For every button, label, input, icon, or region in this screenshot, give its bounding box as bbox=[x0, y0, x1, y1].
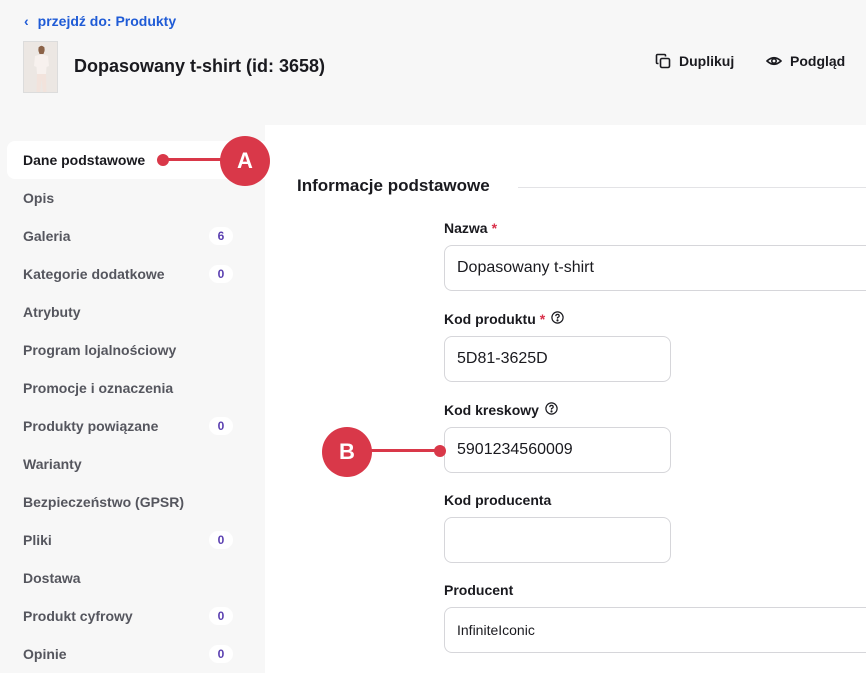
product-code-label-text: Kod produktu bbox=[444, 311, 536, 327]
sidebar-item-description[interactable]: Opis bbox=[0, 179, 265, 217]
sidebar-item-gpsr-safety[interactable]: Bezpieczeństwo (GPSR) bbox=[0, 483, 265, 521]
sidebar-item-label: Promocje i oznaczenia bbox=[23, 380, 174, 396]
barcode-field-value: 5901234560009 bbox=[457, 441, 573, 458]
back-to-products-link[interactable]: ‹ przejdź do: Produkty bbox=[24, 13, 176, 29]
sidebar-item-promotions[interactable]: Promocje i oznaczenia bbox=[0, 369, 265, 407]
name-label-text: Nazwa bbox=[444, 220, 488, 236]
sidebar-item-label: Opis bbox=[23, 190, 55, 206]
required-marker: * bbox=[491, 220, 498, 236]
sidebar-item-reviews[interactable]: Opinie 0 bbox=[0, 635, 265, 673]
eye-icon bbox=[766, 53, 782, 69]
callout-b-pointer-dot bbox=[434, 445, 446, 457]
product-code-label: Kod produktu * bbox=[444, 311, 564, 327]
sidebar-item-label: Warianty bbox=[23, 456, 82, 472]
name-field-value: Dopasowany t-shirt bbox=[457, 259, 594, 276]
count-badge: 0 bbox=[209, 531, 233, 549]
sidebar-item-label: Opinie bbox=[23, 646, 67, 662]
back-link-label: przejdź do: Produkty bbox=[37, 13, 177, 29]
count-badge: 0 bbox=[209, 607, 233, 625]
main-form-panel: Informacje podstawowe Nazwa * Dopasowany… bbox=[265, 125, 866, 673]
sidebar-item-related-products[interactable]: Produkty powiązane 0 bbox=[0, 407, 265, 445]
sidebar-item-label: Program lojalnościowy bbox=[23, 342, 177, 358]
sidebar-item-label: Atrybuty bbox=[23, 304, 81, 320]
preview-label: Podgląd bbox=[790, 53, 846, 69]
producer-select[interactable]: InfiniteIconic bbox=[444, 607, 866, 653]
producer-select-value: InfiniteIconic bbox=[457, 622, 535, 638]
sidebar-item-label: Produkt cyfrowy bbox=[23, 608, 133, 624]
sidebar-item-label: Dostawa bbox=[23, 570, 81, 586]
count-badge: 0 bbox=[209, 265, 233, 283]
barcode-label-text: Kod kreskowy bbox=[444, 402, 539, 418]
producer-code-label-text: Kod producenta bbox=[444, 492, 552, 508]
barcode-field[interactable]: 5901234560009 bbox=[444, 427, 671, 473]
sidebar-item-additional-categories[interactable]: Kategorie dodatkowe 0 bbox=[0, 255, 265, 293]
producer-code-label: Kod producenta bbox=[444, 492, 551, 508]
sidebar-item-label: Galeria bbox=[23, 228, 71, 244]
sidebar-item-digital-product[interactable]: Produkt cyfrowy 0 bbox=[0, 597, 265, 635]
barcode-label: Kod kreskowy bbox=[444, 402, 558, 418]
sidebar-item-loyalty-program[interactable]: Program lojalnościowy bbox=[0, 331, 265, 369]
callout-b-line bbox=[370, 449, 440, 452]
sidebar-item-label: Bezpieczeństwo (GPSR) bbox=[23, 494, 185, 510]
callout-a-marker: A bbox=[220, 136, 270, 186]
product-sidebar-nav: Dane podstawowe Opis Galeria 6 Kategorie… bbox=[0, 141, 265, 673]
count-badge: 6 bbox=[209, 227, 233, 245]
duplicate-label: Duplikuj bbox=[679, 53, 735, 69]
sidebar-item-gallery[interactable]: Galeria 6 bbox=[0, 217, 265, 255]
callout-b-marker: B bbox=[322, 427, 372, 477]
callout-a-line bbox=[163, 158, 223, 161]
count-badge: 0 bbox=[209, 645, 233, 663]
count-badge: 0 bbox=[209, 417, 233, 435]
sidebar-item-variants[interactable]: Warianty bbox=[0, 445, 265, 483]
sidebar-item-label: Pliki bbox=[23, 532, 52, 548]
duplicate-button[interactable]: Duplikuj bbox=[655, 53, 734, 69]
preview-button[interactable]: Podgląd bbox=[766, 53, 845, 69]
sidebar-item-label: Kategorie dodatkowe bbox=[23, 266, 165, 282]
duplicate-icon bbox=[655, 53, 671, 69]
sidebar-item-attributes[interactable]: Atrybuty bbox=[0, 293, 265, 331]
sidebar-item-label: Dane podstawowe bbox=[23, 152, 146, 168]
sidebar-item-files[interactable]: Pliki 0 bbox=[0, 521, 265, 559]
product-code-field[interactable]: 5D81-3625D bbox=[444, 336, 671, 382]
producer-label: Producent bbox=[444, 582, 513, 598]
chevron-left-icon: ‹ bbox=[24, 13, 29, 29]
page-title: Dopasowany t-shirt (id: 3658) bbox=[74, 56, 326, 76]
producer-label-text: Producent bbox=[444, 582, 514, 598]
product-thumbnail bbox=[23, 41, 58, 93]
help-icon[interactable] bbox=[551, 311, 564, 327]
required-marker: * bbox=[539, 311, 546, 327]
name-field[interactable]: Dopasowany t-shirt bbox=[444, 245, 866, 291]
product-code-field-value: 5D81-3625D bbox=[457, 350, 548, 367]
section-divider bbox=[518, 187, 866, 188]
section-title: Informacje podstawowe bbox=[297, 176, 490, 195]
name-label: Nazwa * bbox=[444, 220, 497, 236]
sidebar-item-delivery[interactable]: Dostawa bbox=[0, 559, 265, 597]
producer-code-field[interactable] bbox=[444, 517, 671, 563]
help-icon[interactable] bbox=[545, 402, 558, 418]
sidebar-item-label: Produkty powiązane bbox=[23, 418, 159, 434]
